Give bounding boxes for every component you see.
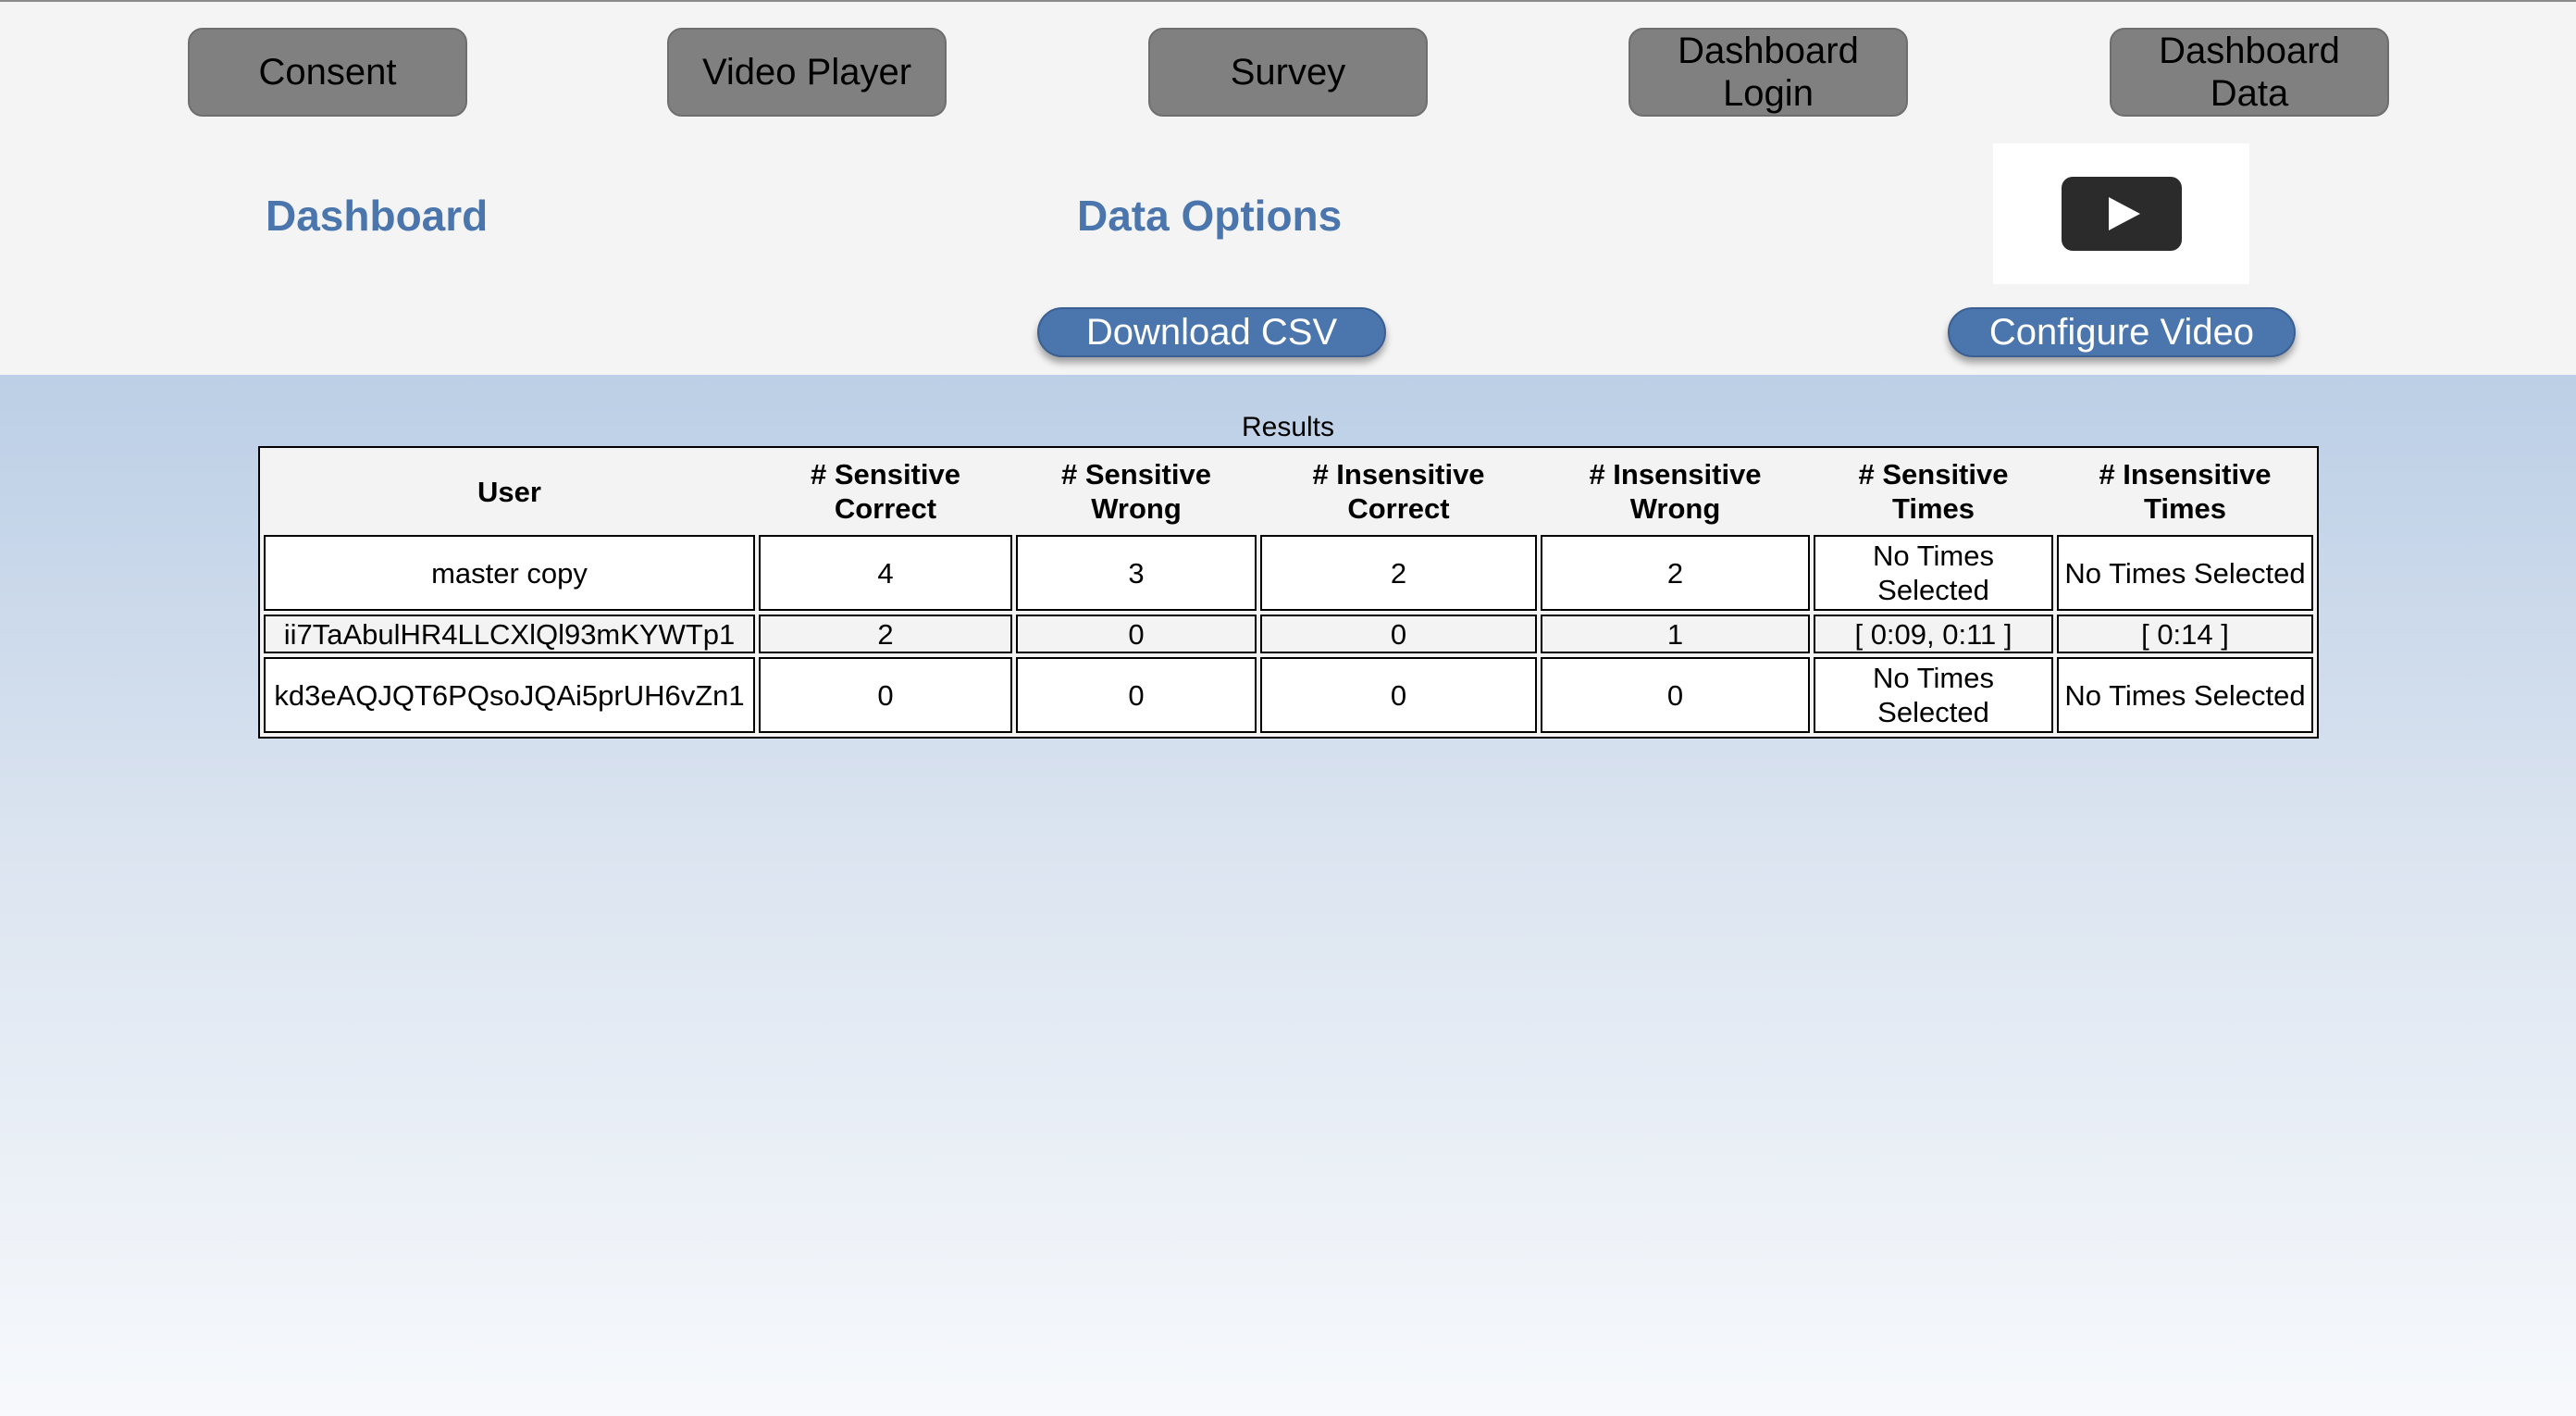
download-csv-button[interactable]: Download CSV: [1037, 307, 1386, 357]
nav-dashboard-data-label: Dashboard Data: [2159, 31, 2340, 114]
column-header-insensitive-times: # Insensitive Times: [2057, 452, 2313, 531]
table-cell: 0: [759, 657, 1012, 733]
data-options-title: Data Options: [1077, 192, 1343, 240]
column-header-insensitive-correct: # Insensitive Correct: [1260, 452, 1537, 531]
configure-video-button[interactable]: Configure Video: [1948, 307, 2296, 357]
nav-consent-button[interactable]: Consent: [188, 28, 467, 117]
column-header-user: User: [264, 452, 755, 531]
play-triangle-icon: [2109, 197, 2140, 230]
column-header-sensitive-wrong: # Sensitive Wrong: [1016, 452, 1257, 531]
results-caption: Results: [1241, 412, 1335, 442]
nav-video-player-button[interactable]: Video Player: [667, 28, 947, 117]
table-cell: 0: [1260, 615, 1537, 653]
nav-consent-label: Consent: [258, 52, 397, 93]
user-cell: master copy: [264, 535, 755, 611]
table-cell: No Times Selected: [1814, 535, 2053, 611]
nav-dashboard-login-button[interactable]: Dashboard Login: [1629, 28, 1908, 117]
table-cell: 2: [1260, 535, 1537, 611]
table-row: kd3eAQJQT6PQsoJQAi5prUH6vZn1 0 0 0 0 No …: [264, 657, 2313, 733]
table-header-row: User # Sensitive Correct # Sensitive Wro…: [264, 452, 2313, 531]
table-cell: 1: [1541, 615, 1810, 653]
user-cell: ii7TaAbulHR4LLCXlQl93mKYWTp1: [264, 615, 755, 653]
table-cell: 0: [1016, 615, 1257, 653]
column-header-sensitive-times: # Sensitive Times: [1814, 452, 2053, 531]
table-cell: 0: [1016, 657, 1257, 733]
table-row: master copy 4 3 2 2 No Times Selected No…: [264, 535, 2313, 611]
nav-video-player-label: Video Player: [701, 52, 912, 93]
column-header-insensitive-wrong: # Insensitive Wrong: [1541, 452, 1810, 531]
table-cell: No Times Selected: [1814, 657, 2053, 733]
table-cell: No Times Selected: [2057, 657, 2313, 733]
video-thumbnail[interactable]: [1993, 143, 2249, 284]
user-cell: kd3eAQJQT6PQsoJQAi5prUH6vZn1: [264, 657, 755, 733]
table-cell: 2: [759, 615, 1012, 653]
nav-dashboard-login-label: Dashboard Login: [1678, 31, 1859, 114]
table-cell: 0: [1260, 657, 1537, 733]
table-cell: 0: [1541, 657, 1810, 733]
play-icon[interactable]: [2062, 177, 2182, 251]
dashboard-title: Dashboard: [266, 192, 489, 240]
table-cell: [ 0:14 ]: [2057, 615, 2313, 653]
table-cell: 4: [759, 535, 1012, 611]
table-cell: 2: [1541, 535, 1810, 611]
table-row: ii7TaAbulHR4LLCXlQl93mKYWTp1 2 0 0 1 [ 0…: [264, 615, 2313, 653]
table-cell: [ 0:09, 0:11 ]: [1814, 615, 2053, 653]
results-table: User # Sensitive Correct # Sensitive Wro…: [258, 446, 2319, 739]
nav-survey-button[interactable]: Survey: [1148, 28, 1428, 117]
column-header-sensitive-correct: # Sensitive Correct: [759, 452, 1012, 531]
table-cell: No Times Selected: [2057, 535, 2313, 611]
nav-survey-label: Survey: [1230, 52, 1346, 93]
table-cell: 3: [1016, 535, 1257, 611]
nav-dashboard-data-button[interactable]: Dashboard Data: [2110, 28, 2389, 117]
